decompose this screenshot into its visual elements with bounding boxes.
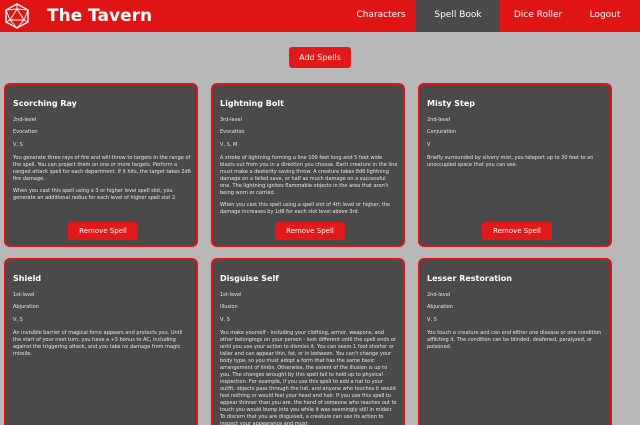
spell-school: Abjuration [13, 304, 39, 310]
spell-description-paragraph: When you cast this spell using a 3 or hi… [13, 188, 177, 201]
spell-level: 1st-level [13, 292, 35, 298]
nav-spell-book[interactable]: Spell Book [416, 0, 500, 32]
spell-name: Lightning Bolt [220, 99, 284, 108]
spell-card: Misty Step 2nd-level Conjuration V Brief… [418, 83, 612, 247]
spell-school: Evocation [220, 129, 245, 135]
spell-school: Evocation [13, 129, 38, 135]
spell-description-paragraph: A stroke of lightning forming a line 100… [220, 155, 398, 196]
spell-components: V, S, M [220, 142, 238, 148]
add-spells-button[interactable]: Add Spells [289, 47, 351, 68]
spell-description: Briefly surrounded by silvery mist, you … [427, 155, 605, 169]
spell-description: You touch a creature and can end either … [427, 330, 605, 351]
spell-school: Illusion [220, 304, 238, 310]
spell-school: Conjuration [427, 129, 456, 135]
d20-logo-icon[interactable] [4, 3, 30, 29]
spell-card: Scorching Ray 2nd-level Evocation V, S Y… [4, 83, 198, 247]
spell-name: Misty Step [427, 99, 476, 108]
spell-description: A stroke of lightning forming a line 100… [220, 155, 398, 216]
spell-card: Disguise Self 1st-level Illusion V, S Yo… [211, 258, 405, 425]
spell-card: Lightning Bolt 3rd-level Evocation V, S,… [211, 83, 405, 247]
spell-description: You generate three rays of fire and will… [13, 155, 191, 202]
spell-components: V [427, 142, 431, 148]
spell-level: 1st-level [220, 292, 242, 298]
spell-description: An invisible barrier of magical force ap… [13, 330, 191, 358]
spell-card: Lesser Restoration 2nd-level Abjuration … [418, 258, 612, 425]
spell-description-paragraph: You touch a creature and can end either … [427, 330, 602, 350]
spell-level: 2nd-level [13, 117, 37, 123]
spell-level: 2nd-level [427, 117, 451, 123]
spell-level: 2nd-level [427, 292, 451, 298]
spell-description-paragraph: Briefly surrounded by silvery mist, you … [427, 155, 594, 168]
spell-description-paragraph: You generate three rays of fire and will… [13, 155, 191, 182]
nav-logout[interactable]: Logout [582, 0, 628, 32]
spell-name: Scorching Ray [13, 99, 77, 108]
spell-components: V, S [13, 142, 23, 148]
spell-description-paragraph: When you cast this spell using a spell s… [220, 202, 391, 215]
nav-dice-roller[interactable]: Dice Roller [508, 0, 568, 32]
spell-components: V, S [427, 317, 437, 323]
spell-components: V, S [13, 317, 23, 323]
remove-spell-button[interactable]: Remove Spell [275, 222, 345, 240]
spell-school: Abjuration [427, 304, 453, 310]
spell-name: Shield [13, 274, 42, 283]
remove-spell-button[interactable]: Remove Spell [482, 222, 552, 240]
spell-name: Disguise Self [220, 274, 279, 283]
brand-title[interactable]: The Tavern [47, 6, 152, 26]
spell-description: You make yourself - including your cloth… [220, 330, 398, 425]
spell-description-paragraph: You make yourself - including your cloth… [220, 330, 397, 425]
nav-characters[interactable]: Characters [350, 0, 412, 32]
spell-description-paragraph: An invisible barrier of magical force ap… [13, 330, 183, 357]
navbar: The Tavern Characters Spell Book Dice Ro… [0, 0, 640, 32]
spell-components: V, S [220, 317, 230, 323]
remove-spell-button[interactable]: Remove Spell [68, 222, 138, 240]
spell-level: 3rd-level [220, 117, 243, 123]
spell-card: Shield 1st-level Abjuration V, S An invi… [4, 258, 198, 425]
spell-name: Lesser Restoration [427, 274, 512, 283]
